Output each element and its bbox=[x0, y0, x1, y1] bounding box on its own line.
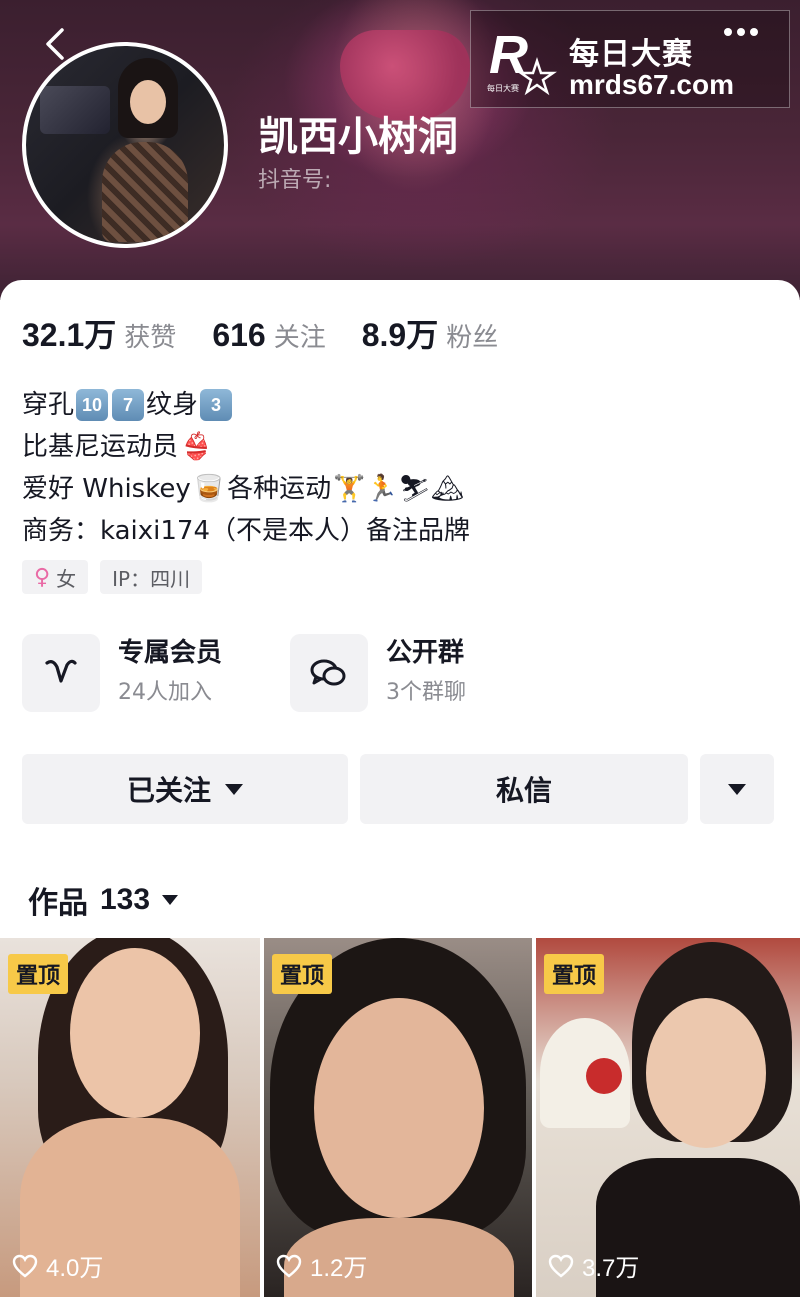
bikini-icon: 👙 bbox=[180, 432, 213, 462]
works-grid: 置顶 4.0万 置顶 1.2万 置顶 3.7万 bbox=[0, 938, 800, 1297]
feature-subtitle: 24人加入 bbox=[118, 680, 212, 705]
bio-line: 商务：kaixi174（不是本人）备注品牌 bbox=[22, 510, 470, 552]
profile-nickname: 凯西小树洞 bbox=[258, 114, 458, 160]
message-label: 私信 bbox=[495, 774, 552, 807]
watermark-logo-sub: 每日大赛 bbox=[487, 83, 519, 93]
video-tile[interactable]: 置顶 1.2万 bbox=[264, 938, 532, 1297]
ip-tag: IP：四川 bbox=[100, 560, 203, 594]
thumbnail-detail bbox=[314, 998, 484, 1218]
bio-line: 爱好 Whiskey 🥃 各种运动 🏋🏃⛷🏔 bbox=[22, 468, 470, 510]
watermark-logo: R 每日大赛 bbox=[487, 25, 557, 96]
whiskey-icon: 🥃 bbox=[192, 474, 226, 504]
more-options-button[interactable] bbox=[724, 28, 758, 36]
works-label: 作品 bbox=[28, 886, 88, 921]
bio-line: 比基尼运动员 👙 bbox=[22, 426, 470, 468]
keycap-10-icon: 10 bbox=[76, 389, 109, 421]
watermark-logo-letter: R bbox=[489, 25, 528, 85]
pinned-badge: 置顶 bbox=[272, 954, 333, 994]
ip-label: IP：四川 bbox=[112, 566, 191, 591]
chevron-left-icon bbox=[46, 28, 64, 60]
stat-label: 粉丝 bbox=[446, 323, 499, 353]
video-tile[interactable]: 置顶 4.0万 bbox=[0, 938, 260, 1297]
more-actions-button[interactable] bbox=[700, 754, 774, 824]
like-count: 4.0万 bbox=[12, 1248, 103, 1283]
feature-title: 公开群 bbox=[386, 638, 465, 668]
caret-down-icon bbox=[225, 783, 243, 795]
thumbnail-detail bbox=[586, 1058, 622, 1094]
keycap-7-icon: 7 bbox=[112, 389, 145, 421]
bio-text: 各种运动 bbox=[227, 474, 332, 504]
bio-text: 爱好 Whiskey bbox=[22, 474, 191, 504]
bio: 穿孔 10 7 纹身 3 比基尼运动员 👙 爱好 Whiskey 🥃 各种运动 … bbox=[22, 384, 470, 552]
message-button[interactable]: 私信 bbox=[360, 754, 688, 824]
watermark: R 每日大赛 每日大赛 mrds67.com bbox=[470, 10, 790, 108]
feature-title: 专属会员 bbox=[118, 638, 223, 668]
followed-button[interactable]: 已关注 bbox=[22, 754, 348, 824]
stat-followers[interactable]: 8.9万 粉丝 bbox=[362, 310, 499, 356]
stat-likes[interactable]: 32.1万 获赞 bbox=[22, 310, 176, 356]
more-dot-icon bbox=[750, 28, 758, 36]
v-icon bbox=[22, 634, 100, 712]
bio-text: 穿孔 bbox=[22, 390, 75, 420]
stat-following[interactable]: 616 关注 bbox=[212, 317, 325, 354]
female-icon: ♀ bbox=[34, 564, 51, 590]
stat-value: 32.1万 bbox=[22, 317, 117, 353]
bio-business: 商务：kaixi174（不是本人）备注品牌 bbox=[22, 516, 470, 546]
avatar-detail bbox=[40, 86, 110, 134]
avatar[interactable] bbox=[22, 42, 228, 248]
avatar-detail bbox=[102, 142, 188, 242]
chat-bubbles-icon bbox=[290, 634, 368, 712]
stat-value: 8.9万 bbox=[361, 317, 439, 353]
stats-row: 32.1万 获赞 616 关注 8.9万 粉丝 bbox=[22, 310, 534, 356]
video-tile[interactable]: 置顶 3.7万 bbox=[536, 938, 800, 1297]
sports-icons: 🏋🏃⛷🏔 bbox=[333, 474, 464, 504]
more-dot-icon bbox=[737, 28, 745, 36]
stat-label: 关注 bbox=[273, 323, 326, 353]
feature-entries: 专属会员 24人加入 公开群 3个群聊 bbox=[22, 634, 782, 714]
like-count: 1.2万 bbox=[276, 1248, 367, 1283]
caret-down-icon bbox=[162, 895, 179, 905]
member-entry[interactable]: 专属会员 24人加入 bbox=[22, 634, 222, 712]
profile-card: 32.1万 获赞 616 关注 8.9万 粉丝 穿孔 10 7 纹身 3 比基尼… bbox=[0, 280, 800, 1297]
more-dot-icon bbox=[724, 28, 732, 36]
profile-tags: ♀ 女 IP：四川 bbox=[22, 560, 203, 594]
thumbnail-detail bbox=[646, 998, 766, 1148]
works-tab[interactable]: 作品 133 bbox=[28, 878, 179, 922]
like-count-value: 4.0万 bbox=[46, 1255, 104, 1282]
like-count-value: 1.2万 bbox=[310, 1255, 368, 1282]
stat-value: 616 bbox=[212, 317, 266, 353]
douyin-id: 抖音号: bbox=[258, 168, 332, 193]
group-entry[interactable]: 公开群 3个群聊 bbox=[290, 634, 466, 712]
gender-tag: ♀ 女 bbox=[22, 560, 89, 594]
works-count: 133 bbox=[100, 883, 151, 916]
bio-text: 纹身 bbox=[146, 390, 199, 420]
avatar-detail bbox=[130, 80, 166, 124]
feature-subtitle: 3个群聊 bbox=[386, 680, 466, 705]
like-count: 3.7万 bbox=[548, 1248, 639, 1283]
bio-text: 比基尼运动员 bbox=[22, 432, 179, 462]
heart-icon bbox=[12, 1254, 38, 1278]
followed-label: 已关注 bbox=[126, 774, 211, 807]
stat-label: 获赞 bbox=[124, 323, 177, 353]
action-buttons: 已关注 私信 bbox=[22, 754, 782, 824]
gender-label: 女 bbox=[56, 566, 77, 591]
thumbnail-detail bbox=[70, 948, 200, 1118]
watermark-url: mrds67.com bbox=[569, 69, 734, 100]
pinned-badge: 置顶 bbox=[544, 954, 605, 994]
watermark-title: 每日大赛 bbox=[569, 37, 693, 72]
bio-line: 穿孔 10 7 纹身 3 bbox=[22, 384, 470, 426]
like-count-value: 3.7万 bbox=[582, 1255, 640, 1282]
heart-icon bbox=[276, 1254, 302, 1278]
pinned-badge: 置顶 bbox=[8, 954, 69, 994]
heart-icon bbox=[548, 1254, 574, 1278]
keycap-3-icon: 3 bbox=[200, 389, 233, 421]
caret-down-icon bbox=[728, 783, 746, 795]
